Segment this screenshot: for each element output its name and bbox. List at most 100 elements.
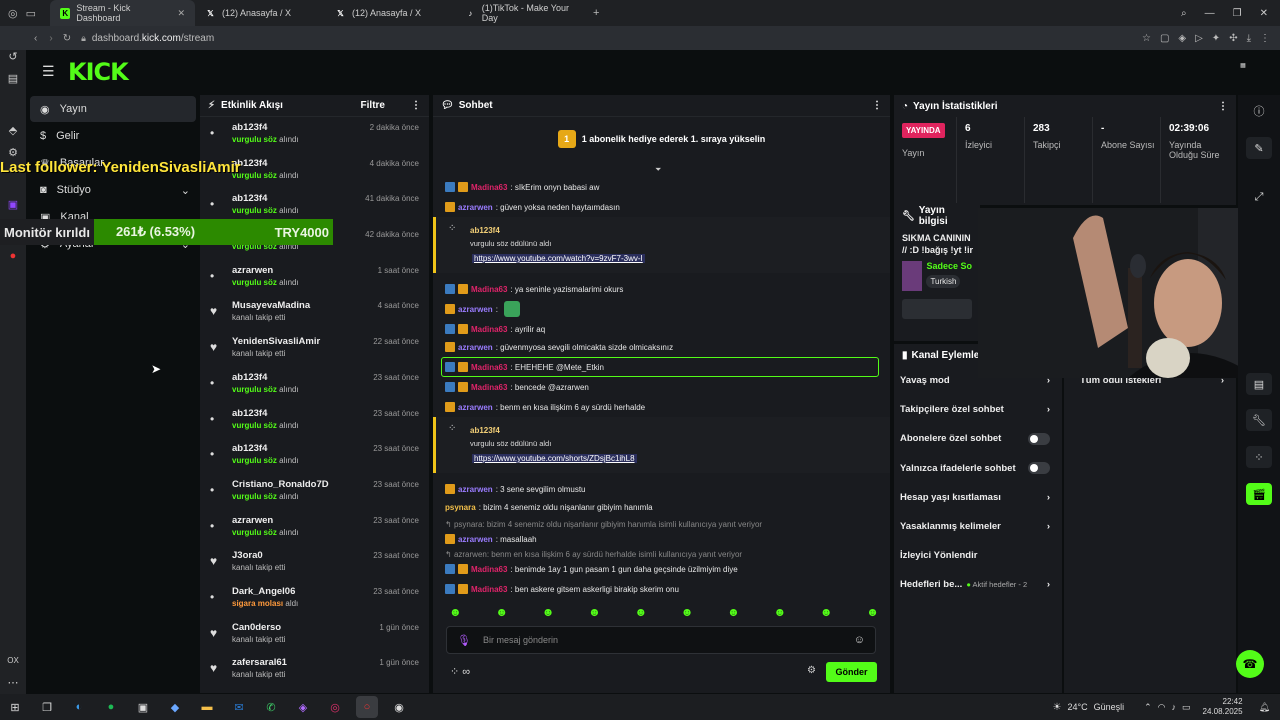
emote-icon[interactable]: ☻: [634, 605, 647, 619]
spotify-icon[interactable]: ●: [100, 696, 122, 718]
minimize-icon[interactable]: —: [1205, 8, 1215, 19]
gift-leaderboard-banner[interactable]: 1 1 abonelik hediye ederek 1. sıraya yük…: [433, 117, 890, 161]
activity-item[interactable]: ♥ zafersaral61 kanalı takip etti 1 gün ö…: [200, 652, 429, 688]
chat-username[interactable]: azrarwen: [458, 535, 493, 544]
screenshot-icon[interactable]: ▢: [1160, 33, 1169, 44]
url-field[interactable]: dashboard.kick.com/stream: [92, 33, 214, 44]
reward-link[interactable]: https://www.youtube.com/watch?v=9zvF7-3w…: [472, 254, 645, 263]
task-view-icon[interactable]: ❐: [36, 696, 58, 718]
notification-icon[interactable]: 🔔︎: [1259, 702, 1270, 713]
chat-username[interactable]: Madina63: [471, 565, 507, 574]
wifi-icon[interactable]: ◠: [1158, 702, 1166, 713]
new-tab-icon[interactable]: +: [593, 7, 599, 19]
activity-item[interactable]: ♥ MusayevaMadina kanalı takip etti 4 saa…: [200, 295, 429, 331]
volume-icon[interactable]: ♪: [1172, 702, 1177, 712]
edit-icon[interactable]: ✎: [1246, 137, 1272, 159]
battery-icon[interactable]: ▭: [1182, 702, 1191, 713]
activity-item[interactable]: • ab123f4 vurgulu söz alındı 2 dakika ön…: [200, 117, 429, 153]
activity-item[interactable]: ♥ YenidenSivasliAmir kanalı takip etti 2…: [200, 331, 429, 367]
download-icon[interactable]: ⤓: [1247, 33, 1251, 44]
chat-username[interactable]: Madina63: [471, 585, 507, 594]
activity-username[interactable]: ab123f4: [232, 158, 299, 169]
activity-username[interactable]: MusayevaMadina: [232, 300, 310, 311]
activity-username[interactable]: Dark_Angel06: [232, 586, 298, 597]
emote-icon[interactable]: ☻: [542, 605, 555, 619]
hamburger-icon[interactable]: ☰: [42, 63, 55, 80]
emote-icon[interactable]: ☻: [820, 605, 833, 619]
activity-item[interactable]: • ab123f4 vurgulu söz alındı 23 saat önc…: [200, 367, 429, 403]
chat-username[interactable]: azrarwen: [458, 305, 493, 314]
chat-username[interactable]: Madina63: [471, 325, 507, 334]
chat-username[interactable]: Madina63: [471, 383, 507, 392]
emote-icon[interactable]: ☻: [588, 605, 601, 619]
restore-icon[interactable]: ❐: [1233, 8, 1242, 19]
instagram-icon[interactable]: ◎: [324, 696, 346, 718]
expand-icon[interactable]: ⤢: [1246, 186, 1272, 208]
folder-icon[interactable]: ▬: [196, 696, 218, 718]
search-icon[interactable]: ⌕: [1181, 8, 1187, 19]
edge-icon[interactable]: ◐: [68, 696, 90, 718]
activity-item[interactable]: ♥ J3ora0 kanalı takip etti 23 saat önce: [200, 545, 429, 581]
activity-username[interactable]: ab123f4: [232, 372, 299, 383]
clapper-icon[interactable]: 🎬︎: [1246, 483, 1272, 505]
obs-icon[interactable]: ◉: [388, 696, 410, 718]
activity-username[interactable]: azrarwen: [232, 515, 299, 526]
chat-settings-icon[interactable]: ⚙: [807, 665, 816, 676]
activity-username[interactable]: ab123f4: [232, 443, 299, 454]
emote-icon[interactable]: ☻: [449, 605, 462, 619]
nav-yayin[interactable]: ◉ Yayın: [30, 96, 196, 122]
activity-username[interactable]: Can0derso: [232, 622, 285, 633]
weather-temp[interactable]: 24°C: [1067, 702, 1087, 712]
send-button[interactable]: Gönder: [826, 662, 877, 682]
reward-link[interactable]: https://www.youtube.com/shorts/ZDsjBc1ih…: [472, 454, 637, 463]
tab-kick[interactable]: K Stream - Kick Dashboard ✕: [50, 0, 195, 26]
chat-username[interactable]: Madina63: [471, 285, 507, 294]
support-chat-icon[interactable]: ☎: [1236, 650, 1264, 678]
settings-icon[interactable]: ⚙: [5, 146, 21, 160]
activity-username[interactable]: azrarwen: [232, 265, 299, 276]
activity-username[interactable]: J3ora0: [232, 550, 285, 561]
tab-x-1[interactable]: 𝕏 (12) Anasayfa / X: [195, 0, 325, 26]
tab-x-2[interactable]: 𝕏 (12) Anasayfa / X: [325, 0, 455, 26]
category-name[interactable]: Sadece So: [926, 261, 972, 271]
more-options-icon[interactable]: ⋮: [1218, 101, 1228, 112]
activity-item[interactable]: • ab123f4 vurgulu söz alındı 23 saat önc…: [200, 403, 429, 439]
channel-action-item[interactable]: İzleyici Yönlendir: [894, 541, 1062, 570]
microphone-icon[interactable]: 🎙︎: [457, 634, 471, 647]
chat-username[interactable]: psynara: [445, 503, 476, 512]
activity-username[interactable]: zafersaral61: [232, 657, 287, 668]
tab-list-icon[interactable]: ▭: [26, 7, 36, 20]
bookmark-icon[interactable]: ☆: [1142, 33, 1151, 44]
teams-icon[interactable]: ◈: [292, 696, 314, 718]
emote-icon[interactable]: ☻: [774, 605, 787, 619]
close-window-icon[interactable]: ✕: [1260, 8, 1268, 19]
browser-logo-icon[interactable]: ◎: [8, 7, 18, 20]
activity-username[interactable]: ab123f4: [232, 408, 299, 419]
twitch-icon[interactable]: ▣: [5, 198, 21, 212]
close-tab-icon[interactable]: ✕: [177, 8, 185, 19]
profile-avatar[interactable]: ▦: [1234, 62, 1252, 78]
activity-username[interactable]: Cristiano_Ronaldo7D: [232, 479, 329, 490]
toggle-switch[interactable]: [1028, 432, 1050, 445]
nav-studyo[interactable]: ◙ Stüdyo ⌄: [30, 177, 196, 203]
emoji-picker-icon[interactable]: ☺: [854, 634, 865, 646]
sidebar-more-icon[interactable]: ⋯: [5, 676, 21, 690]
emote-icon[interactable]: ☻: [727, 605, 740, 619]
tab-tiktok[interactable]: ♪ (1)TikTok - Make Your Day: [455, 0, 595, 26]
start-icon[interactable]: ⊞: [4, 696, 26, 718]
kick-logo[interactable]: KICK: [68, 58, 129, 86]
reward-username[interactable]: ab123f4: [470, 426, 500, 435]
chat-username[interactable]: azrarwen: [458, 485, 493, 494]
activity-username[interactable]: YenidenSivasliAmir: [232, 336, 320, 347]
tray-chevron-icon[interactable]: ⌃: [1144, 702, 1152, 713]
channel-action-item[interactable]: Yalnızca ifadelerle sohbet: [894, 454, 1062, 483]
emote-icon[interactable]: ☻: [866, 605, 879, 619]
sidebar-ox-icon[interactable]: OX: [5, 656, 21, 670]
chat-username[interactable]: azrarwen: [458, 343, 493, 352]
channel-action-item[interactable]: Abonelere özel sohbet: [894, 424, 1062, 453]
chat-username[interactable]: azrarwen: [458, 403, 493, 412]
activity-item[interactable]: • ab123f4 vurgulu söz alındı 23 saat önc…: [200, 438, 429, 474]
edit-info-button[interactable]: [902, 299, 972, 319]
chat-username[interactable]: Madina63: [471, 183, 507, 192]
channel-action-item[interactable]: Yasaklanmış kelimeler ›: [894, 512, 1062, 541]
